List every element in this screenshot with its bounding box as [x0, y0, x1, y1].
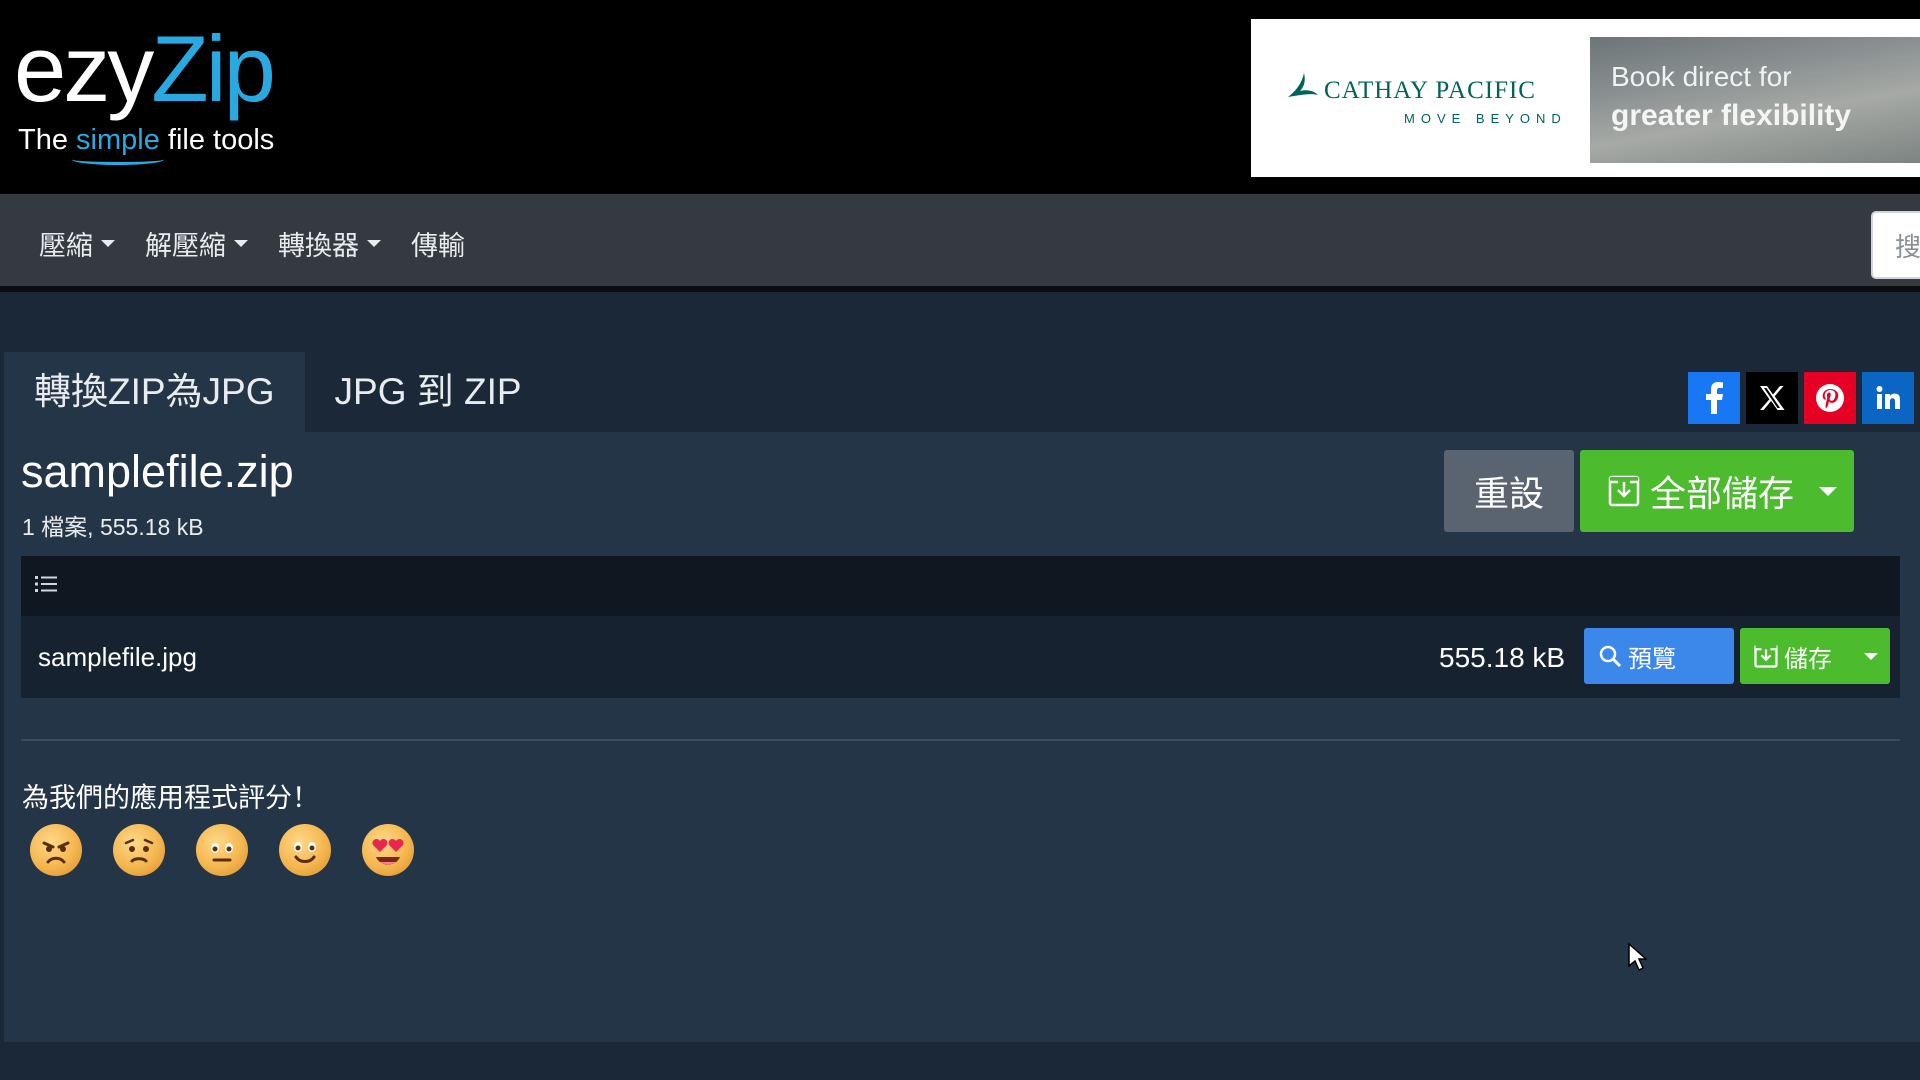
search-icon: [1599, 645, 1622, 668]
file-row: samplefile.jpg 555.18 kB 預覽 儲存: [21, 616, 1900, 698]
ad-brand: CATHAY PACIFIC MOVE BEYOND: [1286, 67, 1566, 137]
ezyzip-logo[interactable]: ezyZip The simple file tools: [14, 22, 314, 172]
archive-name: samplefile.zip: [21, 446, 294, 497]
logo-ezy: ezy: [14, 16, 154, 121]
file-size: 555.18 kB: [1439, 642, 1566, 673]
social-share: [1688, 372, 1914, 424]
smile-emoji-icon[interactable]: [279, 824, 331, 876]
converter-tabs: 轉換ZIP為JPG JPG 到 ZIP: [4, 352, 552, 432]
ad-brand-name: CATHAY PACIFIC: [1324, 77, 1536, 104]
caret-down-icon: [101, 240, 115, 247]
x-share-button[interactable]: [1746, 372, 1798, 424]
rating-title: 為我們的應用程式評分！: [22, 783, 319, 813]
nav-item-label: 傳輸: [411, 231, 465, 261]
angry-emoji-icon[interactable]: [30, 824, 82, 876]
tab-jpg-to-zip[interactable]: JPG 到 ZIP: [305, 352, 552, 432]
x-icon: [1760, 386, 1785, 410]
neutral-emoji-icon[interactable]: [196, 824, 248, 876]
nav-items: 壓縮 解壓縮 轉換器 傳輸: [39, 224, 465, 263]
ad-line-1: Book direct for: [1611, 61, 1792, 92]
save-dropdown-toggle[interactable]: [1852, 628, 1890, 684]
save-button-group: 儲存: [1740, 628, 1890, 684]
love-emoji-icon[interactable]: [362, 824, 414, 876]
section-divider: [21, 739, 1900, 741]
logo-tagline: The simple file tools: [18, 124, 314, 157]
facebook-share-button[interactable]: [1688, 372, 1740, 424]
file-name: samplefile.jpg: [38, 642, 197, 672]
facebook-icon: [1706, 382, 1723, 414]
caret-down-icon: [1819, 486, 1837, 496]
ad-brand-sub: MOVE BEYOND: [1404, 111, 1567, 126]
save-all-button-group: 全部儲存: [1580, 450, 1854, 532]
linkedin-icon: [1876, 386, 1900, 409]
search-input[interactable]: 搜: [1871, 211, 1920, 279]
list-icon[interactable]: [35, 574, 57, 594]
tab-zip-to-jpg[interactable]: 轉換ZIP為JPG: [4, 352, 305, 432]
archive-meta: 1 檔案, 555.18 kB: [22, 514, 204, 540]
caret-down-icon: [367, 240, 381, 247]
nav-item-compress[interactable]: 壓縮: [39, 224, 115, 263]
ad-banner[interactable]: CATHAY PACIFIC MOVE BEYOND Book direct f…: [1251, 19, 1920, 177]
download-icon: [1608, 475, 1640, 507]
sad-emoji-icon[interactable]: [113, 824, 165, 876]
logo-wordmark: ezyZip: [14, 22, 314, 116]
nav-item-label: 解壓縮: [145, 231, 226, 261]
main-nav: 壓縮 解壓縮 轉換器 傳輸 搜: [0, 194, 1920, 292]
logo-zip: Zip: [151, 16, 276, 121]
tagline-pre: The: [18, 124, 77, 156]
site-header: ezyZip The simple file tools CATHAY PACI…: [0, 0, 1920, 194]
file-list-header: [21, 556, 1900, 616]
preview-label: 預覽: [1628, 645, 1676, 673]
preview-button[interactable]: 預覽: [1584, 628, 1734, 684]
mouse-cursor-icon: [1628, 942, 1647, 972]
nav-item-label: 壓縮: [39, 231, 93, 261]
nav-item-label: 轉換器: [278, 231, 359, 261]
nav-item-extract[interactable]: 解壓縮: [145, 224, 248, 263]
linkedin-share-button[interactable]: [1862, 372, 1914, 424]
reset-button[interactable]: 重設: [1444, 450, 1574, 532]
save-all-button[interactable]: 全部儲存: [1580, 450, 1802, 532]
tagline-simple: simple: [76, 124, 160, 156]
nav-item-transfer[interactable]: 傳輸: [411, 224, 465, 263]
save-button[interactable]: 儲存: [1740, 628, 1852, 684]
ad-photo: Book direct for greater flexibility: [1590, 37, 1920, 163]
cathay-bird-icon: [1288, 73, 1318, 97]
caret-down-icon: [1864, 652, 1878, 660]
save-all-label: 全部儲存: [1650, 473, 1795, 514]
nav-item-converter[interactable]: 轉換器: [278, 224, 381, 263]
save-all-dropdown-toggle[interactable]: [1802, 450, 1854, 532]
main-content: 轉換ZIP為JPG JPG 到 ZIP samplefile.zip 1 檔案,…: [0, 298, 1920, 1080]
ad-line-2: greater flexibility: [1611, 99, 1852, 132]
download-icon: [1754, 644, 1778, 668]
pinterest-share-button[interactable]: [1804, 372, 1856, 424]
save-label: 儲存: [1784, 645, 1832, 673]
rating-emojis: [30, 824, 414, 876]
pinterest-icon: [1816, 384, 1844, 412]
tagline-post: file tools: [159, 124, 275, 156]
caret-down-icon: [234, 240, 248, 247]
